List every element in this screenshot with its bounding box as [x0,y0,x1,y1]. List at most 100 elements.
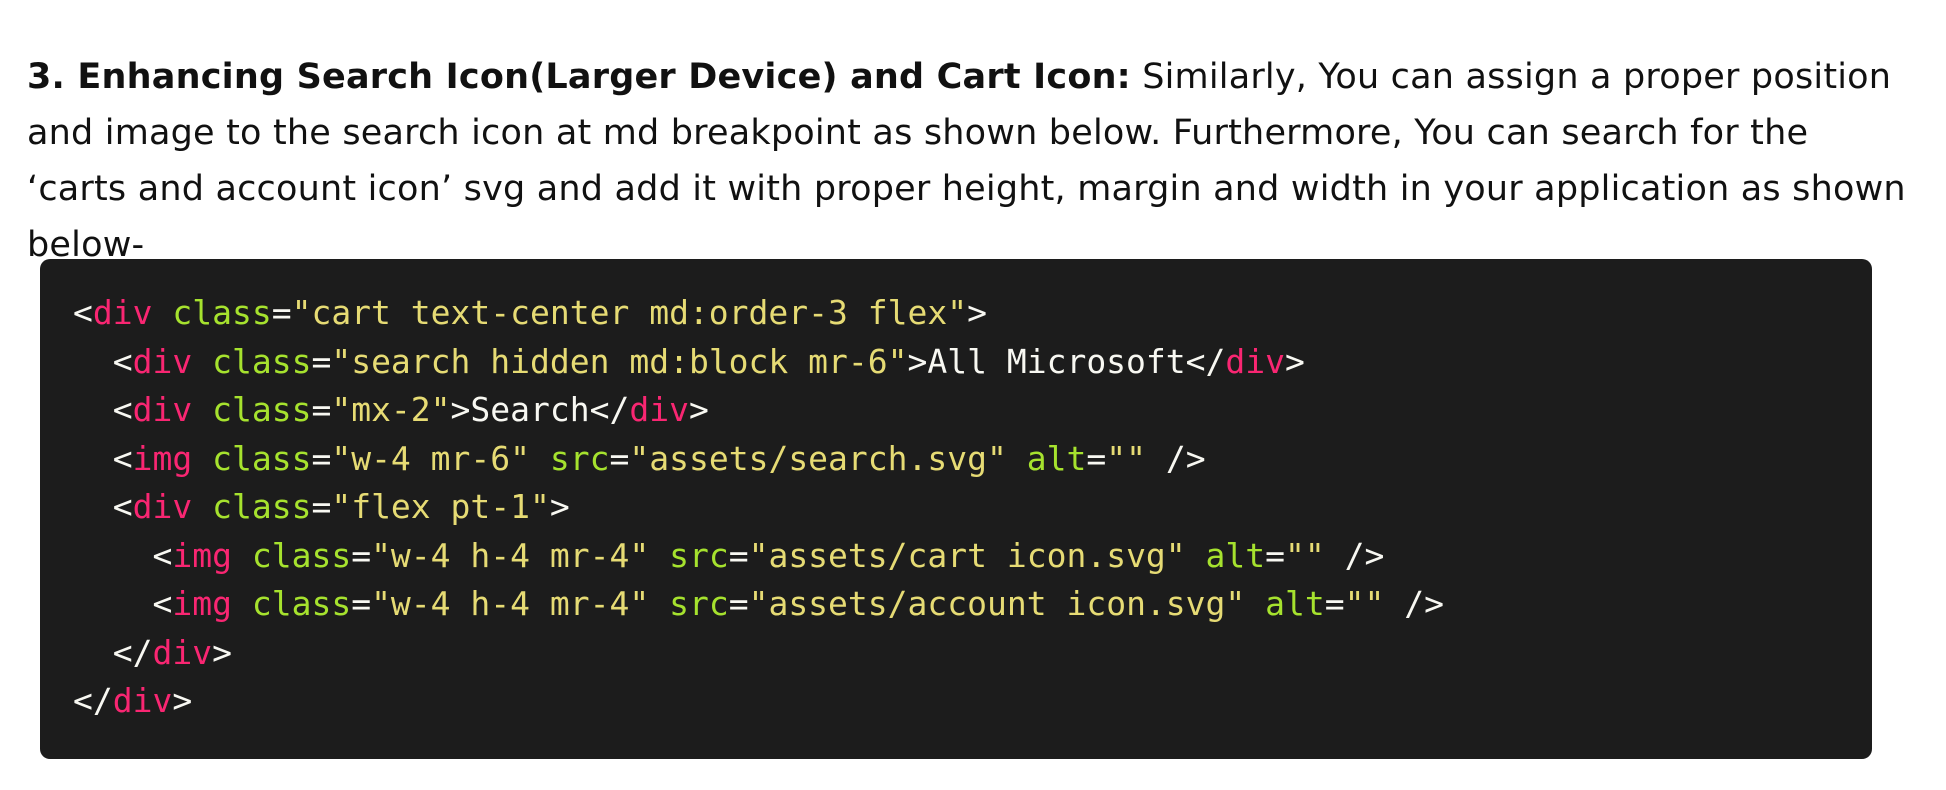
code-string: "w-4 h-4 mr-4" [371,584,650,623]
code-string: "assets/account icon.svg" [748,584,1246,623]
code-punctuation: = [728,535,749,575]
code-punctuation: = [1265,535,1286,575]
code-punctuation: = [271,293,292,332]
code-punctuation: > [689,390,709,429]
code-tag-name: img [172,584,232,623]
code-line: <img class="w-4 h-4 mr-4" src="assets/ac… [73,580,1872,629]
code-attribute: alt [1265,584,1325,623]
code-attribute: alt [1205,535,1266,575]
code-punctuation [649,536,669,575]
code-punctuation [530,439,550,478]
code-attribute: class [251,535,352,575]
code-punctuation: > [212,632,232,672]
code-line: <img class="w-4 mr-6" src="assets/search… [73,435,1872,484]
code-tag-name: div [629,390,689,429]
code-punctuation [192,390,212,429]
code-punctuation: > [450,390,471,429]
code-line: </div> [73,677,1872,726]
code-line: </div> [73,629,1872,678]
code-string: "flex pt-1" [331,487,550,526]
code-punctuation [1186,536,1206,575]
code-tag-name: img [172,535,232,575]
code-punctuation: = [311,438,332,478]
code-attribute: class [212,438,312,478]
code-string: "w-4 h-4 mr-4" [371,535,650,575]
instruction-paragraph: 3. Enhancing Search Icon(Larger Device) … [27,49,1917,273]
code-tag-name: img [132,438,193,478]
code-punctuation [1007,439,1027,478]
code-string: "assets/search.svg" [629,438,1007,478]
code-punctuation: < [112,390,133,429]
code-attribute: src [669,584,729,623]
code-tag-name: div [92,293,153,332]
code-punctuation: = [351,535,372,575]
code-punctuation: = [311,390,332,429]
code-punctuation: < [73,293,93,332]
code-line: <img class="w-4 h-4 mr-4" src="assets/ca… [73,532,1872,581]
code-attribute: class [251,584,352,623]
code-punctuation [192,439,212,478]
code-punctuation: </ [73,681,113,720]
code-punctuation: < [112,341,133,381]
code-punctuation [192,342,212,381]
code-punctuation: > [549,487,570,526]
code-punctuation: > [907,341,928,381]
code-punctuation [152,293,172,332]
code-punctuation: = [311,487,332,526]
code-block: <div class="cart text-center md:order-3 … [40,259,1872,759]
code-attribute: src [669,535,729,575]
code-text: Search [470,390,590,429]
code-line: <div class="cart text-center md:order-3 … [73,289,1872,338]
code-punctuation: = [728,584,749,623]
code-punctuation: > [172,681,193,720]
code-punctuation: > [1285,341,1305,381]
code-string: "" [1285,535,1325,575]
code-punctuation: = [1324,584,1345,623]
code-punctuation [232,584,252,623]
code-tag-name: div [152,632,213,672]
code-tag-name: div [112,681,173,720]
code-punctuation [232,536,252,575]
code-attribute: src [549,438,610,478]
code-punctuation: /> [1384,584,1444,623]
code-punctuation: = [311,341,332,381]
code-punctuation: </ [1185,341,1226,381]
code-string: "search hidden md:block mr-6" [331,341,908,381]
code-punctuation: < [152,535,173,575]
code-string: "w-4 mr-6" [331,438,531,478]
code-punctuation [1245,584,1265,623]
code-punctuation: < [112,438,133,478]
code-string: "" [1344,584,1385,623]
step-heading: 3. Enhancing Search Icon(Larger Device) … [27,57,1131,97]
code-punctuation: = [351,584,372,623]
code-line: <div class="flex pt-1"> [73,483,1872,532]
code-string: "" [1106,438,1146,478]
code-attribute: class [172,293,272,332]
code-punctuation [192,487,212,526]
code-attribute: class [212,341,312,381]
code-punctuation: = [609,438,630,478]
code-punctuation: /> [1145,438,1206,478]
code-punctuation: /> [1324,535,1385,575]
code-text: All Microsoft [927,341,1186,381]
code-line: <div class="search hidden md:block mr-6"… [73,338,1872,387]
code-punctuation: </ [112,632,153,672]
code-attribute: class [212,487,312,526]
code-tag-name: div [132,341,193,381]
code-punctuation: < [112,487,133,526]
code-tag-name: div [132,390,193,429]
code-tag-name: div [132,487,193,526]
code-attribute: class [212,390,312,429]
code-punctuation [649,584,669,623]
code-string: "mx-2" [331,390,451,429]
code-punctuation: </ [589,390,630,429]
code-string: "cart text-center md:order-3 flex" [291,293,968,332]
code-tag-name: div [1225,341,1286,381]
